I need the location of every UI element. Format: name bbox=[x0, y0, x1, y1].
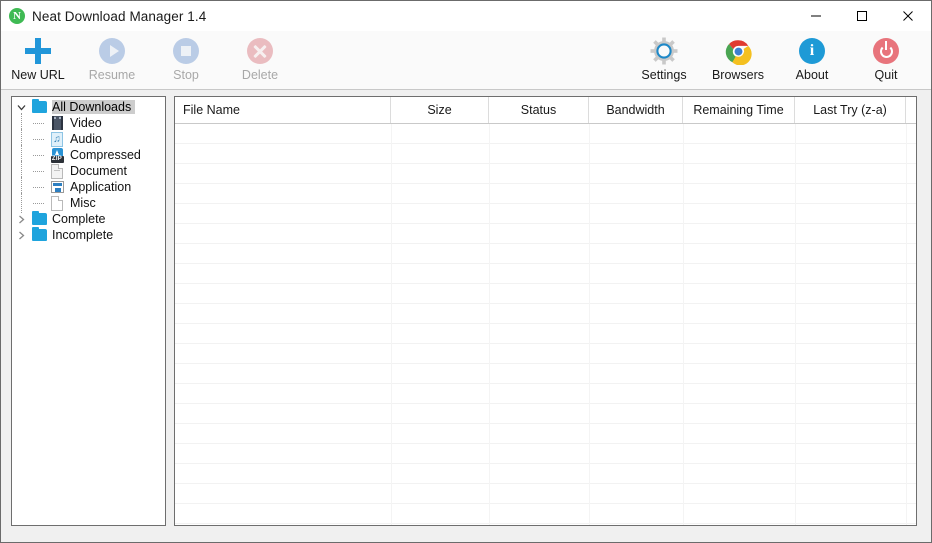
column-header-bandwidth[interactable]: Bandwidth bbox=[589, 97, 683, 123]
quit-button[interactable]: Quit bbox=[849, 31, 923, 88]
settings-label: Settings bbox=[641, 68, 687, 82]
quit-label: Quit bbox=[874, 68, 898, 82]
sidebar-item-document[interactable]: Document bbox=[12, 161, 165, 181]
new-url-button[interactable]: New URL bbox=[1, 31, 75, 88]
chevron-right-icon[interactable] bbox=[12, 227, 30, 243]
plus-icon bbox=[23, 36, 53, 66]
film-icon bbox=[48, 115, 66, 131]
blank-page-icon bbox=[48, 195, 66, 211]
zip-archive-icon: ZIP bbox=[48, 147, 66, 163]
delete-button[interactable]: Delete bbox=[223, 31, 297, 88]
download-list-panel: File Name Size Status Bandwidth Remainin… bbox=[174, 96, 917, 526]
sidebar-item-label: Misc bbox=[70, 196, 96, 210]
column-header-size[interactable]: Size bbox=[391, 97, 489, 123]
sidebar-item-complete[interactable]: Complete bbox=[12, 211, 165, 227]
sidebar-item-label: All Downloads bbox=[52, 100, 136, 114]
sidebar-item-all-downloads[interactable]: All Downloads bbox=[12, 99, 165, 115]
stop-button[interactable]: Stop bbox=[149, 31, 223, 88]
chevron-right-icon[interactable] bbox=[12, 211, 30, 227]
close-button[interactable] bbox=[885, 1, 931, 31]
column-header-status[interactable]: Status bbox=[489, 97, 589, 123]
tree-guide bbox=[30, 163, 48, 179]
power-icon bbox=[871, 36, 901, 66]
new-url-label: New URL bbox=[11, 68, 65, 82]
chrome-icon bbox=[723, 36, 753, 66]
sidebar-item-label: Video bbox=[70, 116, 102, 130]
app-window: Neat Download Manager 1.4 bbox=[0, 0, 932, 543]
download-list-header: File Name Size Status Bandwidth Remainin… bbox=[175, 97, 916, 124]
sidebar-item-video[interactable]: Video bbox=[12, 113, 165, 133]
tree-guide bbox=[30, 131, 48, 147]
stop-circle-icon bbox=[171, 36, 201, 66]
browsers-button[interactable]: Browsers bbox=[701, 31, 775, 88]
window-controls bbox=[793, 1, 931, 31]
delete-label: Delete bbox=[241, 68, 279, 82]
application-window-icon bbox=[48, 179, 66, 195]
sidebar-item-label: Compressed bbox=[70, 148, 141, 162]
toolbar-left-group: New URL Resume Stop Delete bbox=[1, 31, 297, 88]
gear-icon bbox=[649, 36, 679, 66]
tree-guide bbox=[30, 115, 48, 131]
column-separators bbox=[175, 124, 916, 525]
app-logo-icon bbox=[9, 8, 25, 24]
tree-guide bbox=[30, 147, 48, 163]
close-icon bbox=[902, 10, 914, 22]
column-header-spacer[interactable] bbox=[906, 97, 916, 123]
about-label: About bbox=[795, 68, 829, 82]
sidebar-item-compressed[interactable]: ZIP Compressed bbox=[12, 145, 165, 165]
delete-circle-icon bbox=[245, 36, 275, 66]
stop-label: Stop bbox=[173, 68, 199, 82]
play-circle-icon bbox=[97, 36, 127, 66]
browsers-label: Browsers bbox=[711, 68, 765, 82]
download-list-body[interactable] bbox=[175, 124, 916, 525]
about-button[interactable]: i About bbox=[775, 31, 849, 88]
title-bar: Neat Download Manager 1.4 bbox=[1, 1, 931, 31]
tree-guide bbox=[12, 193, 30, 213]
resume-button[interactable]: Resume bbox=[75, 31, 149, 88]
main-toolbar: New URL Resume Stop Delete Settings Brow… bbox=[1, 31, 931, 90]
folder-icon bbox=[30, 227, 48, 243]
column-header-last-try[interactable]: Last Try (z-a) bbox=[795, 97, 906, 123]
maximize-button[interactable] bbox=[839, 1, 885, 31]
document-icon bbox=[48, 163, 66, 179]
toolbar-right-group: Settings Browsers i About Quit bbox=[627, 31, 923, 88]
main-content: All Downloads Video Audio ZIP C bbox=[1, 90, 931, 542]
sidebar-item-label: Audio bbox=[70, 132, 102, 146]
sidebar-item-audio[interactable]: Audio bbox=[12, 129, 165, 149]
sidebar-item-incomplete[interactable]: Incomplete bbox=[12, 227, 165, 243]
tree-guide bbox=[30, 195, 48, 211]
category-tree-panel[interactable]: All Downloads Video Audio ZIP C bbox=[11, 96, 166, 526]
settings-button[interactable]: Settings bbox=[627, 31, 701, 88]
minimize-icon bbox=[810, 10, 822, 22]
resume-label: Resume bbox=[88, 68, 136, 82]
sidebar-item-misc[interactable]: Misc bbox=[12, 193, 165, 213]
minimize-button[interactable] bbox=[793, 1, 839, 31]
folder-icon bbox=[30, 211, 48, 227]
folder-icon bbox=[30, 99, 48, 115]
sidebar-item-label: Application bbox=[70, 180, 132, 194]
info-circle-icon: i bbox=[797, 36, 827, 66]
music-note-icon bbox=[48, 131, 66, 147]
tree-guide bbox=[30, 179, 48, 195]
sidebar-item-label: Incomplete bbox=[52, 228, 114, 242]
column-header-file-name[interactable]: File Name bbox=[175, 97, 391, 123]
sidebar-item-label: Document bbox=[70, 164, 127, 178]
sidebar-item-label: Complete bbox=[52, 212, 106, 226]
maximize-icon bbox=[856, 10, 868, 22]
window-title: Neat Download Manager 1.4 bbox=[32, 8, 207, 24]
column-header-remaining-time[interactable]: Remaining Time bbox=[683, 97, 795, 123]
sidebar-item-application[interactable]: Application bbox=[12, 177, 165, 197]
